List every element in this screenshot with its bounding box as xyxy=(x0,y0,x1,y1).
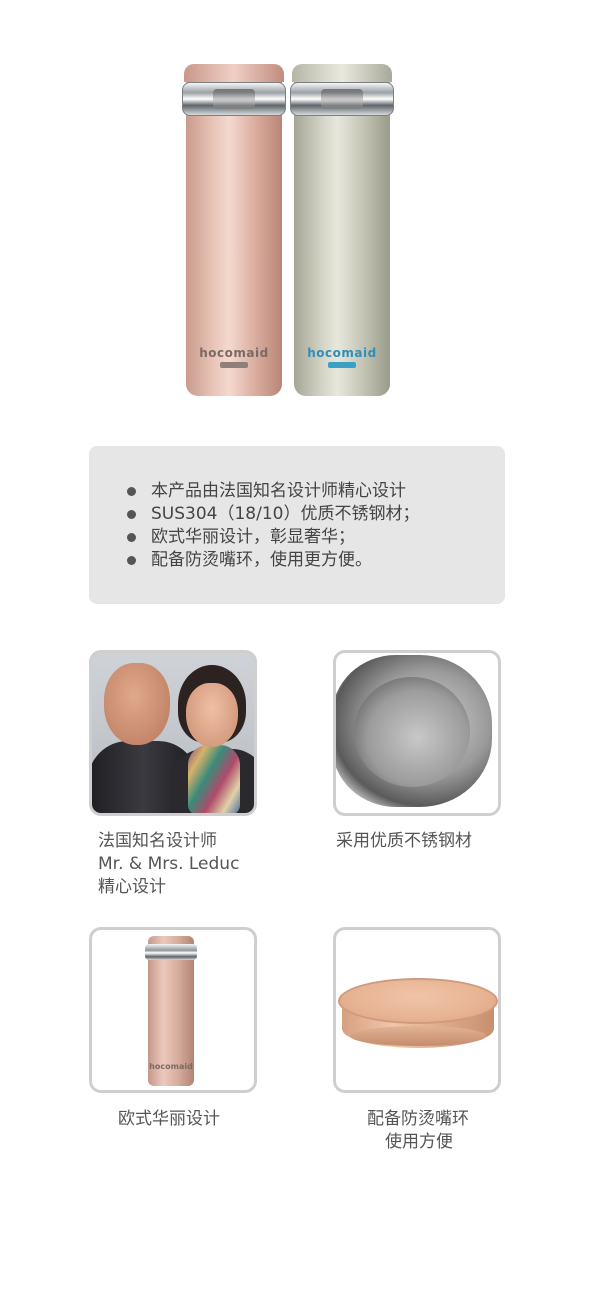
man-face xyxy=(104,663,170,745)
feature-text: SUS304（18/10）优质不锈钢材； xyxy=(151,504,420,524)
pink-bottle-image: hocomaid xyxy=(182,64,286,396)
bullet-icon xyxy=(127,487,136,496)
mini-bottle-logo: hocomaid xyxy=(149,1062,193,1071)
mini-bottle-ring xyxy=(145,944,197,960)
design-caption: 欧式华丽设计 xyxy=(118,1109,220,1129)
steel-interior-tile xyxy=(333,650,501,816)
bottle-ring xyxy=(290,82,394,116)
scarf xyxy=(188,745,240,813)
steel-cup-image xyxy=(336,655,492,807)
lid-ring-rim xyxy=(350,1026,486,1046)
steel-caption: 采用优质不锈钢材 xyxy=(336,831,472,851)
feature-text: 配备防烫嘴环，使用更方便。 xyxy=(151,550,372,570)
bottle-ring xyxy=(182,82,286,116)
mini-bottle-image: hocomaid xyxy=(145,936,197,1086)
feature-item: SUS304（18/10）优质不锈钢材； xyxy=(127,503,419,526)
lid-ring-image xyxy=(338,978,498,1024)
bottle-logo: hocomaid xyxy=(199,346,269,360)
features-box: 本产品由法国知名设计师精心设计 SUS304（18/10）优质不锈钢材； 欧式华… xyxy=(89,446,505,604)
bullet-icon xyxy=(127,510,136,519)
bottle-cap xyxy=(292,64,392,82)
design-tile: hocomaid xyxy=(89,927,257,1093)
feature-item: 本产品由法国知名设计师精心设计 xyxy=(127,480,419,503)
bottle-sublogo xyxy=(220,362,248,368)
silver-bottle-image: hocomaid xyxy=(290,64,394,396)
feature-text: 欧式华丽设计，彰显奢华； xyxy=(151,527,355,547)
lid-caption-line1: 配备防烫嘴环 xyxy=(367,1109,469,1129)
features-list: 本产品由法国知名设计师精心设计 SUS304（18/10）优质不锈钢材； 欧式华… xyxy=(127,480,419,572)
designer-caption-line3: 精心设计 xyxy=(98,877,166,897)
bottle-logo: hocomaid xyxy=(307,346,377,360)
woman-face xyxy=(186,683,238,747)
designer-caption-line1: 法国知名设计师 xyxy=(98,831,217,851)
lid-ring-tile xyxy=(333,927,501,1093)
bottle-cap xyxy=(184,64,284,82)
bullet-icon xyxy=(127,556,136,565)
lid-caption-line2: 使用方便 xyxy=(385,1132,453,1152)
designer-caption-line2: Mr. & Mrs. Leduc xyxy=(98,854,240,874)
designer-photo-tile xyxy=(89,650,257,816)
bullet-icon xyxy=(127,533,136,542)
feature-item: 配备防烫嘴环，使用更方便。 xyxy=(127,549,419,572)
bottle-sublogo xyxy=(328,362,356,368)
feature-item: 欧式华丽设计，彰显奢华； xyxy=(127,526,419,549)
hero-product-image: hocomaid hocomaid xyxy=(0,0,600,420)
steel-cup-inner xyxy=(354,677,470,787)
feature-text: 本产品由法国知名设计师精心设计 xyxy=(151,481,406,501)
